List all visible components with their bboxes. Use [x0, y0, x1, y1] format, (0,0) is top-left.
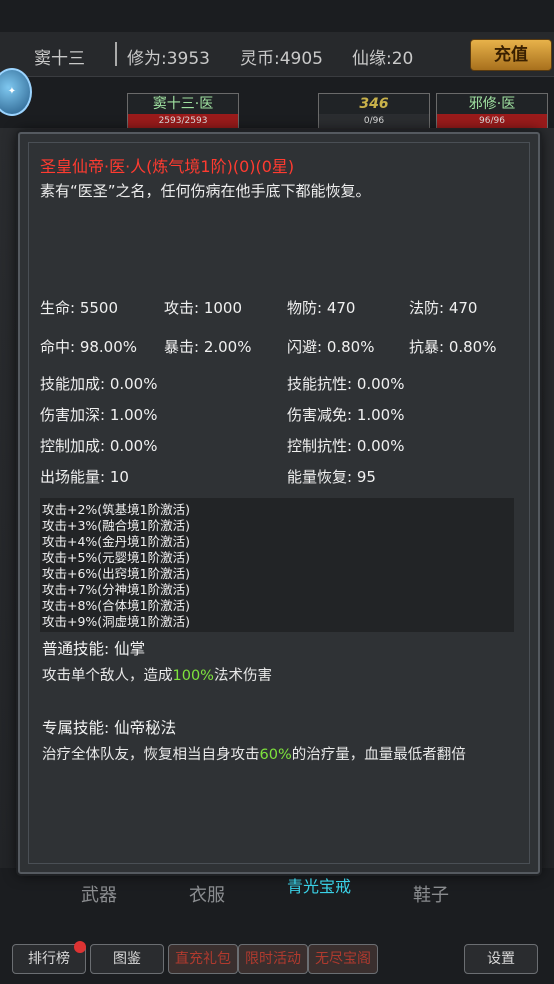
team-card-hp: 96/96 — [437, 114, 547, 128]
weapon-slot[interactable]: 武器 — [54, 868, 144, 924]
status-bar: 窦十三 修为:3953 灵币:4905 仙缘:20 充值 — [0, 32, 554, 77]
stat-phys-def: 物防: 470 — [287, 299, 356, 317]
team-card-hp: 2593/2593 — [128, 114, 238, 128]
clothes-slot[interactable]: 衣服 — [162, 868, 252, 924]
skill-text: 的治疗量，血量最低者翻倍 — [291, 747, 466, 763]
stat-skill-resist: 技能抗性: 0.00% — [287, 375, 405, 393]
special-skill-title: 专属技能: 仙帝秘法 — [42, 719, 177, 737]
skill-highlight: 100% — [172, 668, 214, 684]
fate-value: 仙缘:20 — [352, 49, 414, 69]
recharge-gift-button[interactable]: 直充礼包 — [168, 944, 238, 974]
limited-event-button[interactable]: 限时活动 — [238, 944, 308, 974]
stat-crit-resist: 抗暴: 0.80% — [409, 338, 497, 356]
stat-crit: 暴击: 2.00% — [164, 338, 252, 356]
stat-magic-def: 法防: 470 — [409, 299, 478, 317]
list-item: 攻击+9%(洞虚境1阶激活) — [42, 614, 191, 629]
stat-control-bonus: 控制加成: 0.00% — [40, 437, 158, 455]
stat-attack: 攻击: 1000 — [164, 299, 242, 317]
team-card-name: 邪修·医 — [468, 96, 516, 112]
hero-description: 素有“医圣”之名，任何伤病在他手底下都能恢复。 — [40, 182, 371, 200]
team-card-1[interactable]: 窦十三·医 2593/2593 — [127, 93, 239, 131]
stat-dodge: 闪避: 0.80% — [287, 338, 375, 356]
recharge-button[interactable]: 充值 — [470, 39, 552, 71]
skill-text: 治疗全体队友，恢复相当自身攻击 — [42, 747, 260, 763]
list-item: 攻击+3%(融合境1阶激活) — [42, 518, 191, 533]
shoes-slot[interactable]: 鞋子 — [386, 868, 476, 924]
cultivation-value: 修为:3953 — [127, 49, 210, 69]
list-item: 攻击+4%(金丹境1阶激活) — [42, 534, 191, 549]
stat-skill-bonus: 技能加成: 0.00% — [40, 375, 158, 393]
skill-text: 法术伤害 — [213, 668, 272, 684]
list-item: 攻击+5%(元婴境1阶激活) — [42, 550, 191, 565]
team-card-name: 窦十三·医 — [152, 96, 214, 112]
team-card-3[interactable]: 邪修·医 96/96 — [436, 93, 548, 131]
stat-dmg-increase: 伤害加深: 1.00% — [40, 406, 158, 424]
normal-skill-title: 普通技能: 仙掌 — [42, 640, 146, 658]
endless-treasure-button[interactable]: 无尽宝阁 — [308, 944, 378, 974]
team-card-hp: 0/96 — [319, 114, 429, 128]
team-card-name: 346 — [359, 96, 389, 112]
stat-hit: 命中: 98.00% — [40, 338, 138, 356]
stat-energy-regen: 能量恢复: 95 — [287, 468, 376, 486]
notification-dot — [74, 941, 86, 953]
stat-dmg-reduce: 伤害减免: 1.00% — [287, 406, 405, 424]
list-item: 攻击+6%(出窍境1阶激活) — [42, 566, 191, 581]
stat-hp: 生命: 5500 — [40, 299, 118, 317]
list-item: 攻击+7%(分神境1阶激活) — [42, 582, 191, 597]
stat-control-resist: 控制抗性: 0.00% — [287, 437, 405, 455]
normal-skill-desc: 攻击单个敌人，造成100%法术伤害 — [42, 666, 512, 687]
skill-highlight: 60% — [259, 747, 292, 763]
player-name: 窦十三 — [34, 49, 85, 69]
list-item: 攻击+8%(合体境1阶激活) — [42, 598, 191, 613]
hero-title: 圣皇仙帝·医·人(炼气境1阶)(0)(0星) — [40, 157, 295, 176]
list-item: 攻击+2%(筑基境1阶激活) — [42, 502, 191, 517]
realm-bonus-list[interactable]: 攻击+2%(筑基境1阶激活) 攻击+3%(融合境1阶激活) 攻击+4%(金丹境1… — [40, 498, 514, 632]
codex-button[interactable]: 图鉴 — [90, 944, 164, 974]
ring-slot[interactable]: 青光宝戒 — [274, 868, 364, 924]
team-card-2[interactable]: 346 0/96 — [318, 93, 430, 131]
spirit-coin-value: 灵币:4905 — [240, 49, 323, 69]
skill-text: 攻击单个敌人，造成 — [42, 668, 173, 684]
settings-button[interactable]: 设置 — [464, 944, 538, 974]
stat-start-energy: 出场能量: 10 — [40, 468, 129, 486]
divider — [115, 42, 117, 66]
special-skill-desc: 治疗全体队友，恢复相当自身攻击60%的治疗量，血量最低者翻倍 — [42, 745, 522, 766]
